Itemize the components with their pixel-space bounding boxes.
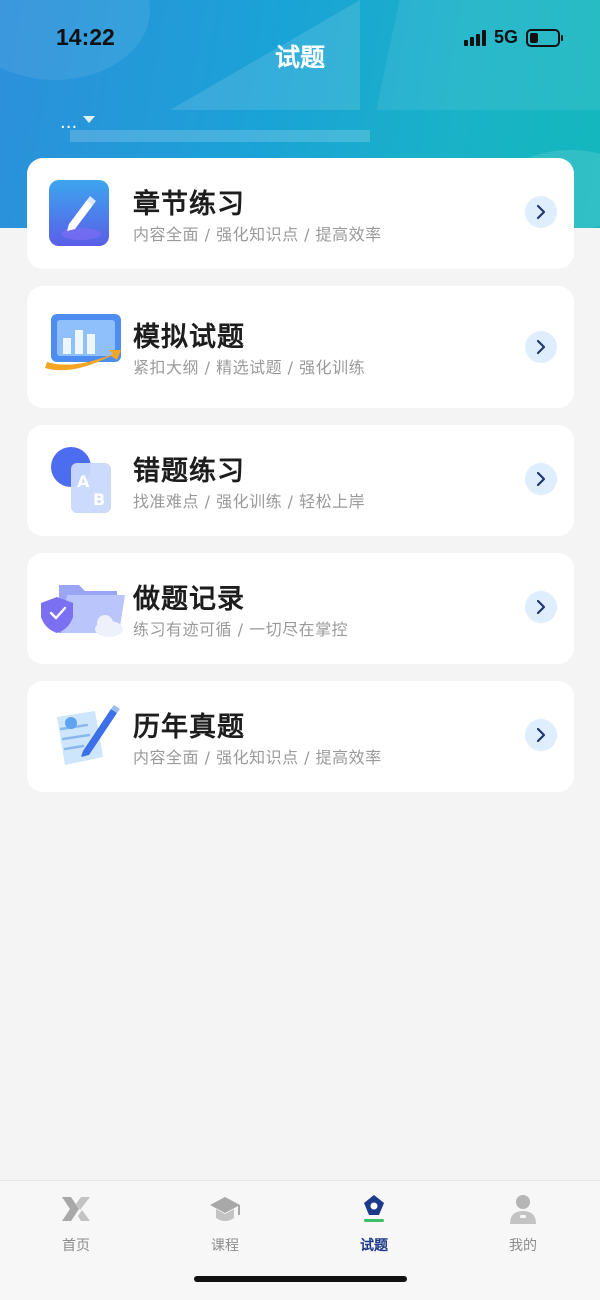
card-subtitle: 内容全面 / 强化知识点 / 提高效率 bbox=[133, 748, 382, 767]
user-icon bbox=[506, 1193, 540, 1225]
chevron-right-icon[interactable] bbox=[525, 463, 557, 495]
card-title: 错题练习 bbox=[133, 456, 245, 487]
card-practice-record[interactable]: 做题记录 练习有迹可循 / 一切尽在掌控 bbox=[27, 553, 574, 664]
ab-document-icon: A B bbox=[47, 443, 117, 513]
card-subtitle: 找准难点 / 强化训练 / 轻松上岸 bbox=[133, 492, 366, 511]
home-indicator bbox=[194, 1276, 407, 1282]
chevron-right-icon[interactable] bbox=[525, 719, 557, 751]
subject-selector[interactable]: ... bbox=[60, 112, 96, 133]
folder-shield-icon bbox=[39, 575, 129, 645]
bottom-tab-bar: 首页 课程 试题 我的 bbox=[0, 1180, 600, 1300]
card-past-exams[interactable]: 历年真题 内容全面 / 强化知识点 / 提高效率 bbox=[27, 681, 574, 792]
card-subtitle: 紧扣大纲 / 精选试题 / 强化训练 bbox=[133, 358, 366, 377]
chevron-right-icon[interactable] bbox=[525, 331, 557, 363]
chart-screen-icon bbox=[41, 312, 127, 382]
card-title: 章节练习 bbox=[133, 189, 245, 220]
chevron-right-icon[interactable] bbox=[525, 196, 557, 228]
card-mock-exam[interactable]: 模拟试题 紧扣大纲 / 精选试题 / 强化训练 bbox=[27, 286, 574, 408]
tab-label: 试题 bbox=[360, 1238, 388, 1254]
graduation-cap-icon bbox=[208, 1193, 242, 1225]
page-title: 试题 bbox=[274, 43, 325, 72]
card-subtitle: 内容全面 / 强化知识点 / 提高效率 bbox=[133, 225, 382, 244]
subject-selector-label: ... bbox=[60, 112, 78, 133]
card-title: 历年真题 bbox=[133, 712, 245, 743]
tab-profile[interactable]: 我的 bbox=[473, 1193, 573, 1255]
tab-home[interactable]: 首页 bbox=[26, 1193, 126, 1255]
caret-down-icon bbox=[83, 116, 96, 123]
tab-exams[interactable]: 试题 bbox=[324, 1193, 424, 1255]
tab-label: 我的 bbox=[509, 1238, 537, 1254]
pen-nib-icon bbox=[357, 1193, 391, 1225]
pencil-book-icon bbox=[47, 178, 117, 248]
tab-label: 首页 bbox=[62, 1238, 90, 1254]
tab-courses[interactable]: 课程 bbox=[175, 1193, 275, 1255]
home-logo-icon bbox=[59, 1193, 93, 1225]
svg-text:A: A bbox=[77, 472, 90, 491]
card-chapter-practice[interactable]: 章节练习 内容全面 / 强化知识点 / 提高效率 bbox=[27, 158, 574, 269]
card-title: 做题记录 bbox=[133, 584, 245, 615]
svg-text:B: B bbox=[93, 490, 105, 509]
chevron-right-icon[interactable] bbox=[525, 591, 557, 623]
tab-label: 课程 bbox=[211, 1238, 239, 1254]
card-subtitle: 练习有迹可循 / 一切尽在掌控 bbox=[133, 620, 349, 639]
card-title: 模拟试题 bbox=[133, 322, 245, 353]
card-wrong-questions[interactable]: A B 错题练习 找准难点 / 强化训练 / 轻松上岸 bbox=[27, 425, 574, 536]
pen-paper-icon bbox=[47, 699, 120, 769]
